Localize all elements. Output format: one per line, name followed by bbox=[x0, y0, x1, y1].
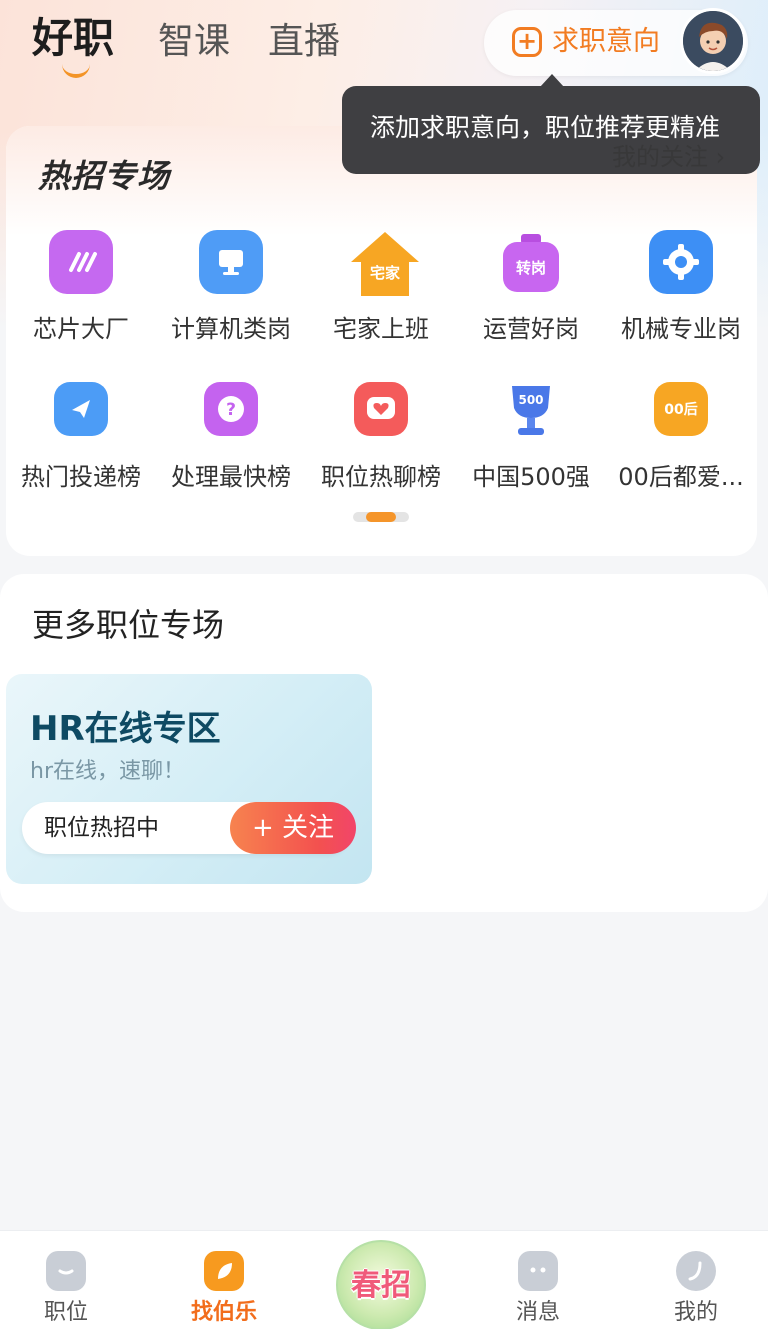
hr-online-card[interactable]: HR在线专区 hr在线，速聊！ 职位热招中 + 关注 bbox=[6, 674, 372, 884]
card-title: HR在线专区 bbox=[30, 709, 221, 749]
gear-icon bbox=[649, 230, 713, 294]
category-label: 运营好岗 bbox=[483, 315, 579, 343]
category-mechanical[interactable]: 机械专业岗 bbox=[606, 230, 756, 344]
plus-square-icon: + bbox=[512, 27, 542, 57]
svg-text:500: 500 bbox=[518, 393, 543, 407]
nav-item-find-bole[interactable]: 找伯乐 bbox=[164, 1231, 284, 1329]
badge-text: 00后 bbox=[664, 402, 698, 418]
hiring-pill: 职位热招中 + 关注 bbox=[22, 802, 356, 854]
my-follow-link[interactable]: 我的关注 › bbox=[612, 142, 725, 172]
card-subtitle: hr在线，速聊！ bbox=[30, 759, 185, 784]
avatar[interactable] bbox=[680, 8, 746, 74]
nav-label: 我的 bbox=[673, 1300, 718, 1325]
category-chip-factory[interactable]: 芯片大厂 bbox=[6, 230, 156, 344]
svg-text:?: ? bbox=[226, 400, 236, 420]
page-indicator-active bbox=[366, 512, 396, 522]
trophy-icon: 500 bbox=[504, 382, 558, 436]
computer-icon bbox=[199, 230, 263, 294]
question-icon: ? bbox=[204, 382, 258, 436]
job-intent-label[interactable]: 求职意向 bbox=[552, 24, 660, 60]
category-label: 机械专业岗 bbox=[621, 315, 741, 343]
ranking-label: 处理最快榜 bbox=[171, 463, 291, 491]
ranking-label: 热门投递榜 bbox=[21, 463, 141, 491]
category-computer[interactable]: 计算机类岗 bbox=[156, 230, 306, 344]
jar-icon: 转岗 bbox=[499, 230, 563, 294]
spring-recruit-label: 春招 bbox=[351, 1268, 411, 1303]
ranking-top500[interactable]: 500 中国500强 bbox=[456, 382, 606, 492]
chat-heart-icon bbox=[354, 382, 408, 436]
svg-text:宅家: 宅家 bbox=[370, 264, 400, 282]
tooltip-text: 添加求职意向，职位推荐更精准 bbox=[370, 113, 721, 142]
briefcase-icon bbox=[46, 1251, 86, 1291]
nav-item-mine[interactable]: 我的 bbox=[636, 1231, 756, 1329]
tab-zhike[interactable]: 智课 bbox=[158, 20, 230, 64]
nav-label: 消息 bbox=[515, 1300, 560, 1325]
send-icon bbox=[54, 382, 108, 436]
profile-icon bbox=[676, 1251, 716, 1291]
message-icon bbox=[518, 1251, 558, 1291]
ranking-hot-chat[interactable]: 职位热聊榜 bbox=[306, 382, 456, 492]
top-header: 好职 智课 直播 + 求职意向 bbox=[0, 0, 768, 100]
tab-haozhi[interactable]: 好职 bbox=[32, 16, 114, 60]
nav-item-jobs[interactable]: 职位 bbox=[6, 1231, 126, 1329]
category-label: 芯片大厂 bbox=[33, 315, 129, 343]
pill-text: 职位热招中 bbox=[44, 815, 159, 841]
ranking-label: 中国500强 bbox=[472, 463, 590, 491]
leaf-card-icon bbox=[204, 1251, 244, 1291]
nav-label: 找伯乐 bbox=[190, 1300, 257, 1325]
ranking-fastest-reply[interactable]: ? 处理最快榜 bbox=[156, 382, 306, 492]
nav-label: 职位 bbox=[43, 1300, 88, 1325]
spring-recruit-button[interactable]: 春招 bbox=[336, 1240, 426, 1329]
chip-icon bbox=[49, 230, 113, 294]
section-title: 更多职位专场 bbox=[32, 606, 225, 644]
tab-zhibo[interactable]: 直播 bbox=[268, 20, 340, 64]
more-positions-section: 更多职位专场 HR在线专区 hr在线，速聊！ 职位热招中 + 关注 bbox=[0, 574, 768, 912]
hot-section-title: 热招专场 bbox=[38, 157, 171, 195]
category-label: 宅家上班 bbox=[333, 315, 429, 343]
ranking-label: 职位热聊榜 bbox=[321, 463, 441, 491]
category-operations[interactable]: 转岗 运营好岗 bbox=[456, 230, 606, 344]
active-tab-indicator bbox=[62, 64, 90, 78]
follow-button[interactable]: + 关注 bbox=[230, 802, 356, 854]
svg-text:转岗: 转岗 bbox=[516, 259, 546, 277]
ranking-label: 00后都爱... bbox=[618, 463, 744, 491]
badge-00-icon: 00后 bbox=[654, 382, 708, 436]
hot-recruit-card: 热招专场 芯片大厂 计算机类岗 宅家 宅家上班 转岗 运营好岗 机械专业岗 热门… bbox=[6, 126, 757, 556]
category-work-from-home[interactable]: 宅家 宅家上班 bbox=[306, 230, 456, 344]
nav-item-messages[interactable]: 消息 bbox=[478, 1231, 598, 1329]
house-icon: 宅家 bbox=[349, 230, 419, 296]
ranking-hot-apply[interactable]: 热门投递榜 bbox=[6, 382, 156, 492]
category-label: 计算机类岗 bbox=[171, 315, 291, 343]
ranking-gen-z[interactable]: 00后 00后都爱... bbox=[606, 382, 756, 492]
